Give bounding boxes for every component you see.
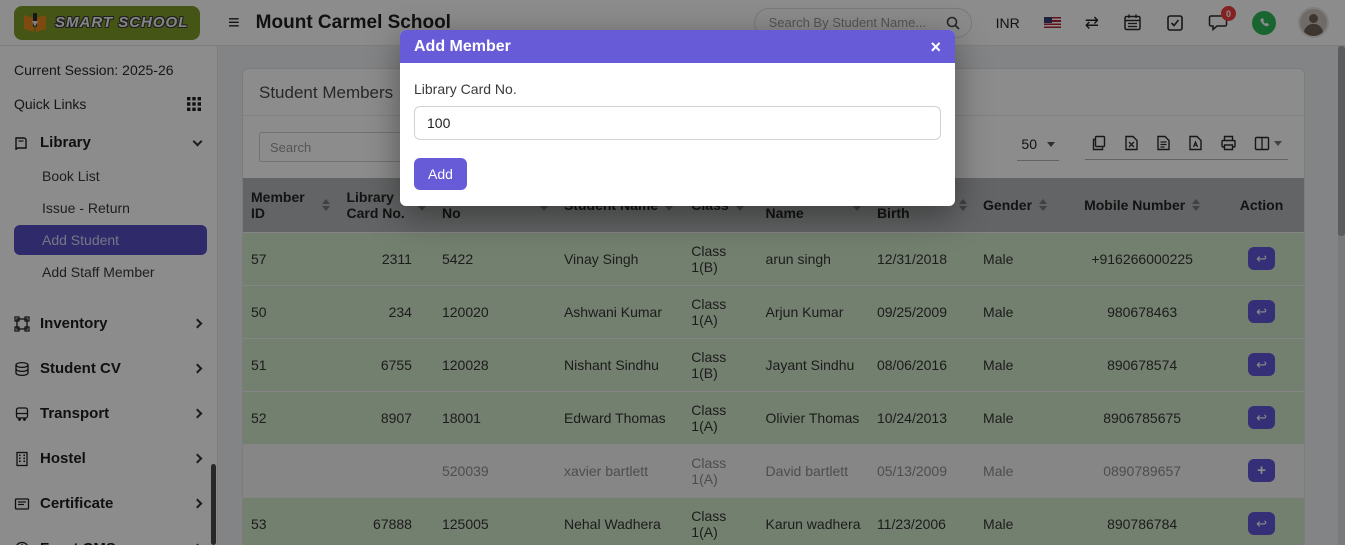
add-button[interactable]: Add xyxy=(414,158,467,190)
library-card-no-input[interactable] xyxy=(414,106,941,140)
library-card-no-label: Library Card No. xyxy=(414,81,517,97)
application-window: SMART SCHOOL ≡ Mount Carmel School INR ⇄ xyxy=(0,0,1345,545)
modal-header: Add Member × xyxy=(400,30,955,63)
add-member-modal: Add Member × Library Card No. Add xyxy=(400,30,955,206)
close-icon[interactable]: × xyxy=(930,38,941,56)
modal-title: Add Member xyxy=(414,37,511,55)
modal-body: Library Card No. Add xyxy=(400,63,955,206)
